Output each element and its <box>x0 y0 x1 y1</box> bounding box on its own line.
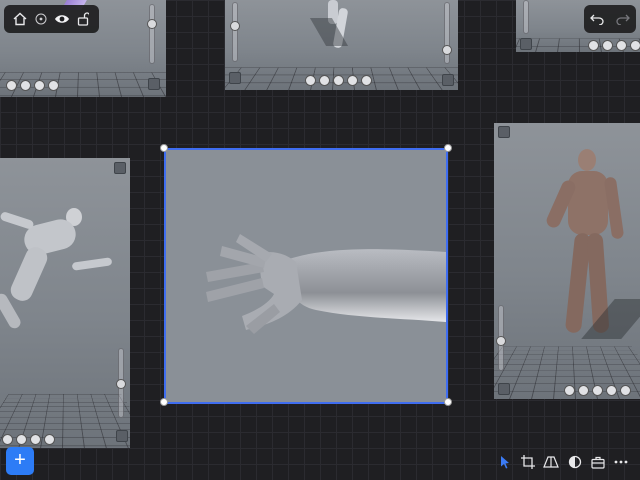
rotation-slider[interactable] <box>523 0 529 34</box>
pose-control-dot[interactable] <box>16 434 27 445</box>
pose-control-dot[interactable] <box>30 434 41 445</box>
pose-control-dot[interactable] <box>48 80 59 91</box>
selection-handle-bottom-right[interactable] <box>444 398 452 406</box>
resize-icon[interactable] <box>116 430 128 442</box>
pose-controls[interactable] <box>2 434 55 445</box>
pose-control-dot[interactable] <box>20 80 31 91</box>
selection-handle-top-left[interactable] <box>160 144 168 152</box>
slider-knob[interactable] <box>230 21 240 31</box>
camera-icon[interactable] <box>114 162 126 174</box>
pose-control-dot[interactable] <box>361 75 372 86</box>
camera-icon[interactable] <box>520 38 532 50</box>
pose-control-dot[interactable] <box>6 80 17 91</box>
pose-control-dot[interactable] <box>602 40 613 51</box>
pointer-icon[interactable] <box>496 453 514 471</box>
arm-hand-image <box>206 234 446 334</box>
toolbox-icon[interactable] <box>589 453 607 471</box>
slider-knob[interactable] <box>496 336 506 346</box>
standing-figure <box>544 149 640 349</box>
pose-card-top-center[interactable] <box>225 0 458 90</box>
scale-slider[interactable] <box>147 4 157 64</box>
info-icon[interactable] <box>33 11 49 27</box>
pose-control-dot[interactable] <box>34 80 45 91</box>
contrast-icon[interactable] <box>566 453 584 471</box>
pose-control-dot[interactable] <box>305 75 316 86</box>
pose-control-dot[interactable] <box>592 385 603 396</box>
unlock-icon[interactable] <box>75 11 91 27</box>
eye-icon[interactable] <box>54 11 70 27</box>
camera-icon[interactable] <box>498 383 510 395</box>
arm-hand-reference[interactable] <box>160 144 452 406</box>
more-icon[interactable] <box>612 453 630 471</box>
perspective-icon[interactable] <box>542 453 560 471</box>
add-button[interactable]: + <box>6 447 34 475</box>
pose-control-dot[interactable] <box>616 40 627 51</box>
pose-card-right-standing[interactable] <box>494 123 640 399</box>
resize-icon[interactable] <box>442 74 454 86</box>
pose-control-dot[interactable] <box>606 385 617 396</box>
camera-icon[interactable] <box>498 126 510 138</box>
pose-controls[interactable] <box>588 40 640 51</box>
selection-handle-bottom-left[interactable] <box>160 398 168 406</box>
slider-knob[interactable] <box>147 19 157 29</box>
camera-icon[interactable] <box>229 72 241 84</box>
pose-control-dot[interactable] <box>578 385 589 396</box>
rotation-slider[interactable] <box>230 2 240 62</box>
top-right-toolbar <box>584 5 636 33</box>
redo-icon[interactable] <box>615 11 631 27</box>
pose-controls[interactable] <box>6 80 59 91</box>
home-icon[interactable] <box>12 11 28 27</box>
scale-slider[interactable] <box>116 348 126 418</box>
pose-control-dot[interactable] <box>319 75 330 86</box>
pose-control-dot[interactable] <box>588 40 599 51</box>
figure-legs <box>309 0 354 50</box>
resize-icon[interactable] <box>148 78 160 90</box>
undo-icon[interactable] <box>589 11 605 27</box>
pose-controls[interactable] <box>564 385 631 396</box>
pose-controls[interactable] <box>305 75 372 86</box>
slider-knob[interactable] <box>116 379 126 389</box>
slider-knob[interactable] <box>442 45 452 55</box>
top-left-toolbar <box>4 5 99 33</box>
runner-figure <box>0 204 120 334</box>
pose-control-dot[interactable] <box>2 434 13 445</box>
pose-control-dot[interactable] <box>564 385 575 396</box>
scale-slider[interactable] <box>442 2 452 64</box>
pose-control-dot[interactable] <box>347 75 358 86</box>
pose-control-dot[interactable] <box>620 385 631 396</box>
pose-control-dot[interactable] <box>333 75 344 86</box>
pose-card-left-runner[interactable] <box>0 158 130 448</box>
pose-control-dot[interactable] <box>44 434 55 445</box>
selection-handle-top-right[interactable] <box>444 144 452 152</box>
rotation-slider[interactable] <box>496 305 506 371</box>
crop-icon[interactable] <box>519 453 537 471</box>
bottom-right-toolbar <box>492 450 634 474</box>
pose-control-dot[interactable] <box>630 40 640 51</box>
